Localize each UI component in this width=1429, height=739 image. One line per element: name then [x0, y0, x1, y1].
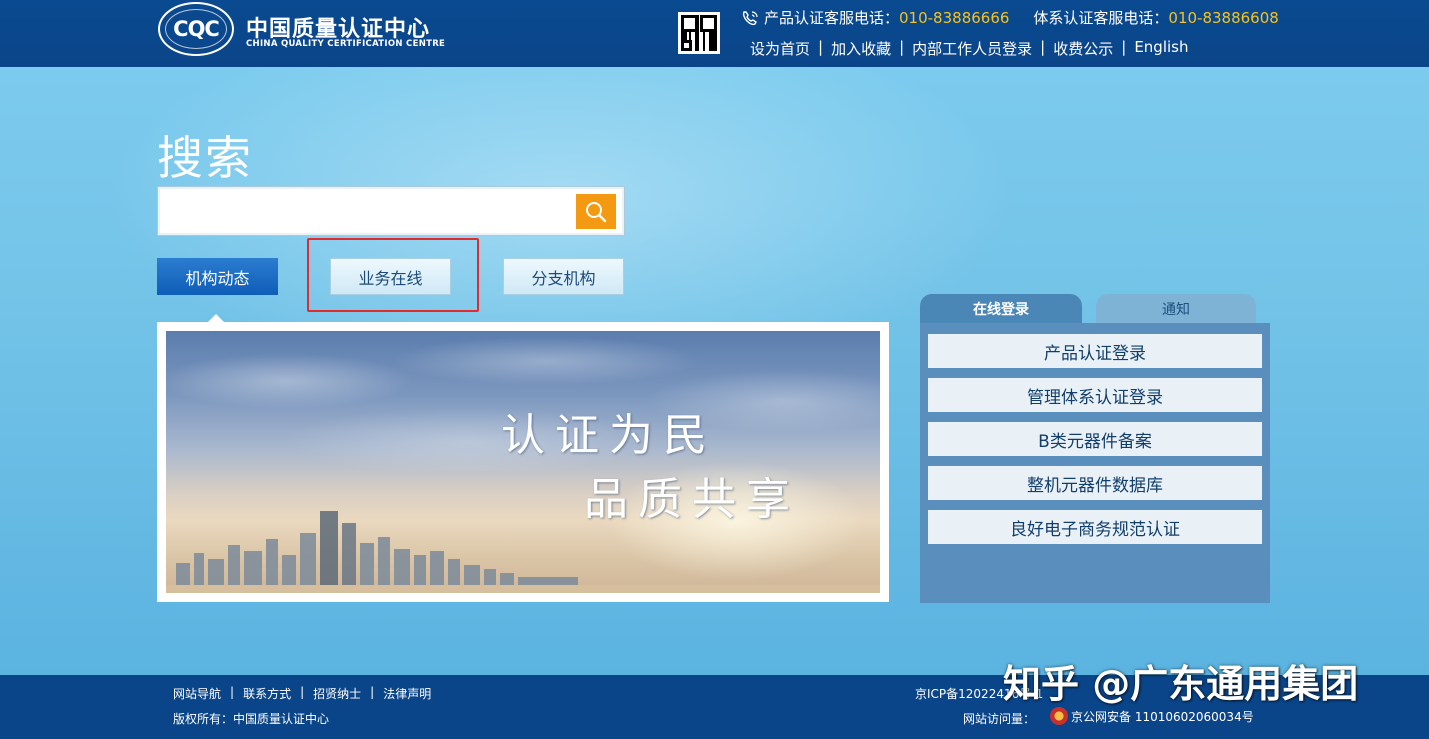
hotline-bar: 产品认证客服电话： 010-83886666 体系认证客服电话： 010-838… [740, 7, 1279, 28]
search-button[interactable] [576, 194, 616, 229]
search-input[interactable] [162, 191, 572, 231]
site-header: CQC 中国质量认证中心 CHINA QUALITY CERTIFICATION… [0, 0, 1429, 67]
visit-counter-label: 网站访问量： [963, 712, 1036, 726]
tab-online-login[interactable]: 在线登录 [920, 294, 1082, 324]
banner-slogan-line1: 认证为民 [501, 410, 717, 461]
ecommerce-cert-button[interactable]: 良好电子商务规范认证 [928, 510, 1262, 544]
footer-links: 网站导航 | 联系方式 | 招贤纳士 | 法律声明 [173, 685, 432, 702]
tab-branches[interactable]: 分支机构 [503, 258, 624, 295]
qr-code-pattern [681, 15, 717, 51]
tab-institution-news[interactable]: 机构动态 [157, 258, 278, 295]
hotline2-label: 体系认证客服电话： [1033, 9, 1169, 27]
staff-login-link[interactable]: 内部工作人员登录 [912, 38, 1032, 59]
b-class-component-filing-button[interactable]: B类元器件备案 [928, 422, 1262, 456]
footer-link-legal[interactable]: 法律声明 [383, 685, 431, 702]
hotline2-number: 010-83886608 [1168, 8, 1279, 27]
police-record[interactable]: 京公网安备 11010602060034号 [1050, 707, 1254, 725]
footer-link-careers[interactable]: 招贤纳士 [313, 685, 361, 702]
highlight-annotation-box [307, 238, 479, 312]
hotline1-number: 010-83886666 [899, 8, 1010, 27]
english-link[interactable]: English [1134, 38, 1188, 59]
search-title: 搜索 [157, 131, 253, 185]
search-icon [586, 201, 607, 222]
login-panel: 产品认证登录 管理体系认证登录 B类元器件备案 整机元器件数据库 良好电子商务规… [920, 323, 1270, 603]
product-cert-login-button[interactable]: 产品认证登录 [928, 334, 1262, 368]
police-badge-icon [1050, 707, 1068, 725]
footer-link-sitemap[interactable]: 网站导航 [173, 685, 221, 702]
hotline1-label: 产品认证客服电话： [764, 9, 900, 27]
top-links: 设为首页 | 加入收藏 | 内部工作人员登录 | 收费公示 | English [750, 38, 1189, 59]
qr-code [678, 12, 720, 54]
banner-frame: 认证为民 品质共享 [157, 322, 889, 602]
police-record-text: 京公网安备 11010602060034号 [1071, 709, 1254, 724]
management-system-login-button[interactable]: 管理体系认证登录 [928, 378, 1262, 412]
add-favorite-link[interactable]: 加入收藏 [831, 38, 891, 59]
phone-icon [742, 10, 758, 25]
panel-tabs: 在线登录 通知 [920, 294, 1270, 324]
city-skyline [166, 511, 880, 593]
copyright-text: 版权所有：中国质量认证中心 [173, 712, 330, 726]
zhihu-watermark: 知乎 @广东通用集团 [1003, 662, 1359, 706]
set-homepage-link[interactable]: 设为首页 [750, 38, 810, 59]
cqc-logo-emblem: CQC [158, 2, 234, 56]
banner-image[interactable]: 认证为民 品质共享 [166, 331, 880, 593]
cqc-logo[interactable]: CQC 中国质量认证中心 CHINA QUALITY CERTIFICATION… [158, 2, 448, 58]
tab-notice[interactable]: 通知 [1096, 294, 1256, 324]
component-database-button[interactable]: 整机元器件数据库 [928, 466, 1262, 500]
logo-english-name: CHINA QUALITY CERTIFICATION CENTRE [246, 39, 446, 49]
fee-notice-link[interactable]: 收费公示 [1053, 38, 1113, 59]
logo-mark-text: CQC [173, 17, 220, 41]
footer-link-contact[interactable]: 联系方式 [243, 685, 291, 702]
search-box [157, 186, 625, 236]
